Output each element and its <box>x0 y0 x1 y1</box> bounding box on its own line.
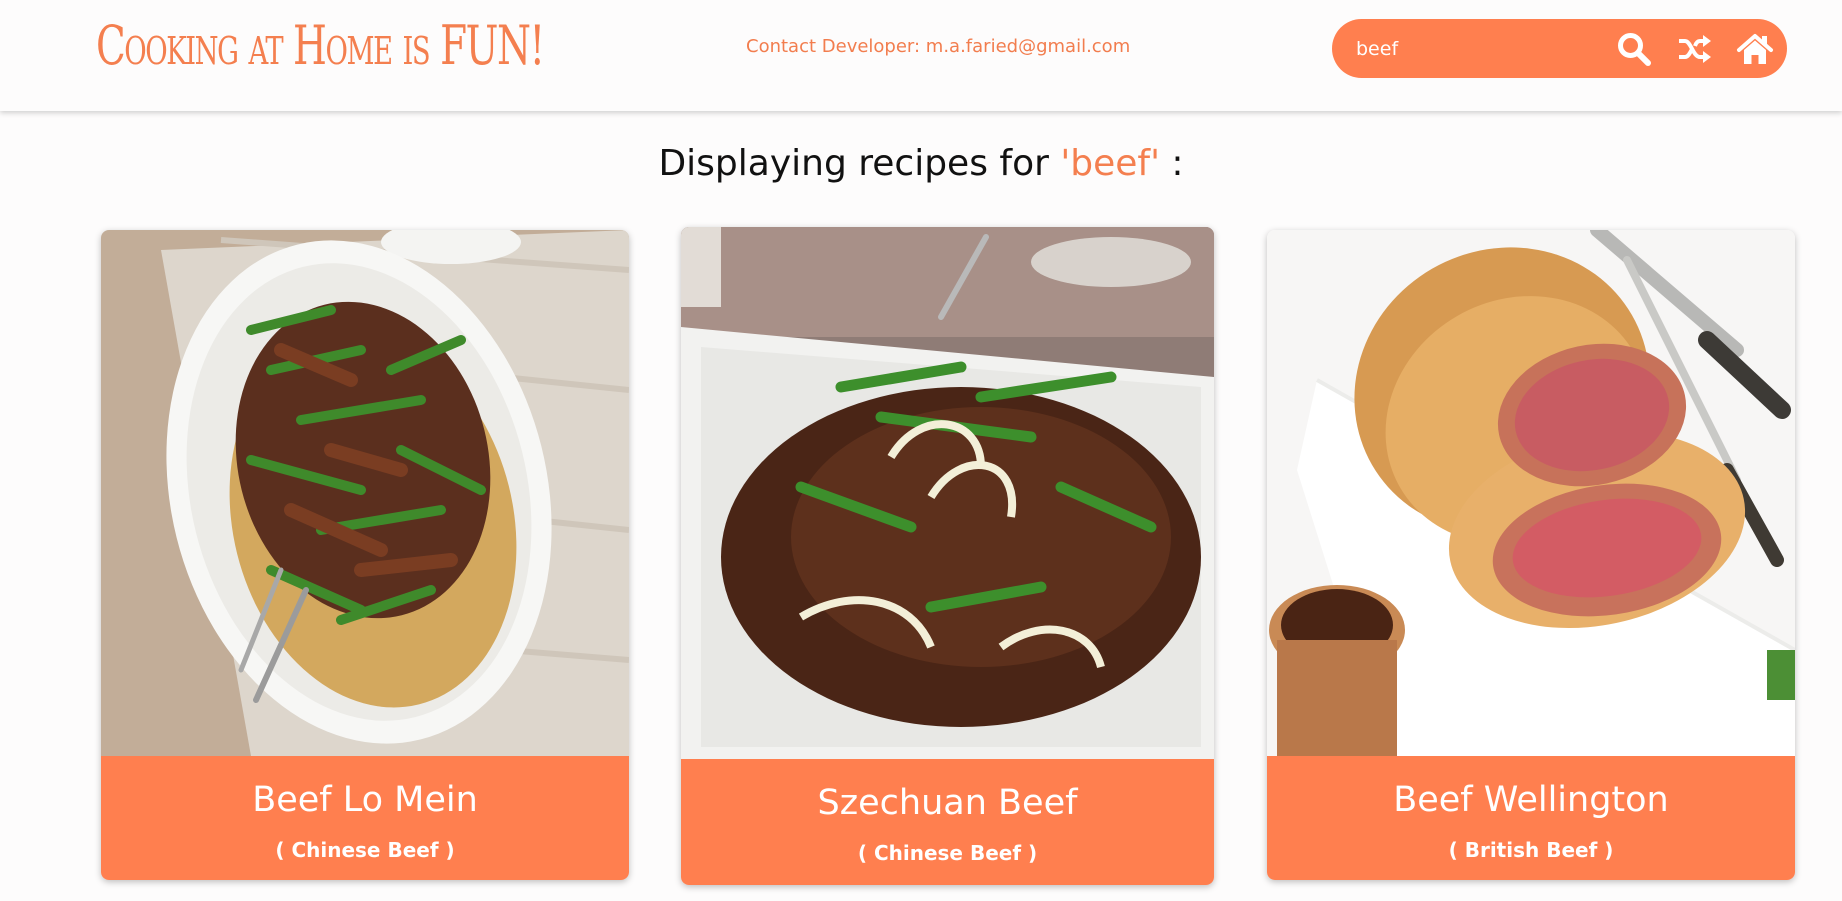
recipe-caption: Beef Lo Mein ( Chinese Beef ) <box>101 756 629 880</box>
random-recipe-button[interactable] <box>1674 29 1714 69</box>
recipe-card[interactable]: Beef Lo Mein ( Chinese Beef ) <box>101 230 629 880</box>
search-button[interactable] <box>1614 29 1654 69</box>
results-query: 'beef' <box>1060 143 1160 184</box>
shuffle-icon <box>1679 35 1711 63</box>
recipe-category: ( Chinese Beef ) <box>275 838 455 862</box>
recipe-title: Beef Lo Mein <box>252 780 478 820</box>
recipe-caption: Szechuan Beef ( Chinese Beef ) <box>681 759 1214 885</box>
recipe-photo <box>101 230 629 756</box>
recipe-photo <box>1267 230 1795 756</box>
search-bar <box>1332 19 1787 78</box>
recipe-photo <box>681 227 1214 759</box>
recipe-card[interactable]: Szechuan Beef ( Chinese Beef ) <box>681 227 1214 885</box>
recipe-category: ( British Beef ) <box>1448 838 1614 862</box>
search-input[interactable] <box>1356 35 1596 63</box>
home-icon <box>1737 34 1773 64</box>
contact-developer-text: Contact Developer: m.a.faried@gmail.com <box>746 36 1131 57</box>
search-icon <box>1618 33 1651 66</box>
results-heading: Displaying recipes for 'beef' : <box>0 143 1842 184</box>
results-suffix: : <box>1159 143 1184 184</box>
home-button[interactable] <box>1735 29 1775 69</box>
results-prefix: Displaying recipes for <box>658 143 1061 184</box>
site-header: Cooking at Home is FUN! Contact Develope… <box>0 0 1842 111</box>
recipe-title: Szechuan Beef <box>817 783 1078 823</box>
recipe-caption: Beef Wellington ( British Beef ) <box>1267 756 1795 880</box>
site-logo[interactable]: Cooking at Home is FUN! <box>96 14 545 77</box>
recipe-title: Beef Wellington <box>1393 780 1669 820</box>
recipe-card[interactable]: Beef Wellington ( British Beef ) <box>1267 230 1795 880</box>
recipe-category: ( Chinese Beef ) <box>857 841 1038 865</box>
